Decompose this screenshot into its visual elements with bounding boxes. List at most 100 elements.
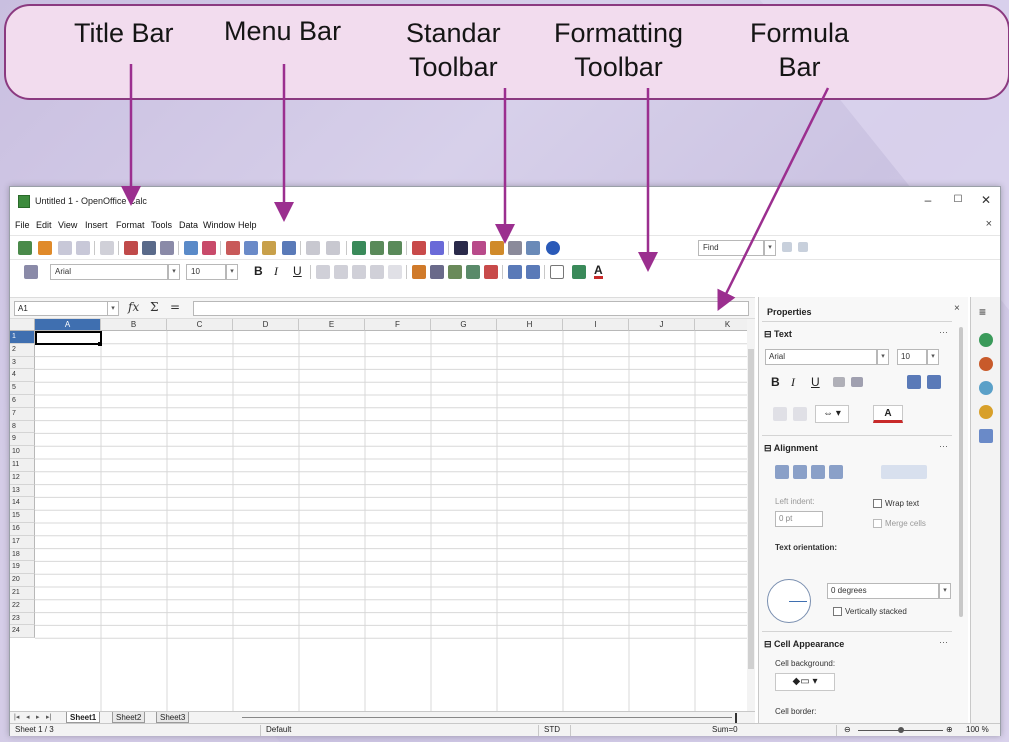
column-header-k[interactable]: K — [695, 319, 747, 331]
sidebar-align-center-icon[interactable] — [793, 465, 807, 479]
justify-icon[interactable] — [370, 265, 384, 279]
zoom-out-icon[interactable]: ⊖ — [844, 725, 851, 734]
row-header-13[interactable]: 13 — [10, 484, 35, 498]
column-header-e[interactable]: E — [299, 319, 365, 331]
column-header-h[interactable]: H — [497, 319, 563, 331]
menu-insert[interactable]: Insert — [85, 220, 108, 230]
function-equals-button[interactable]: = — [170, 300, 180, 314]
row-header-20[interactable]: 20 — [10, 574, 35, 587]
print-preview-icon[interactable] — [160, 241, 174, 255]
vertical-align-icons[interactable] — [881, 465, 927, 479]
zoom-level[interactable]: 100 % — [966, 725, 989, 734]
properties-deck-icon[interactable] — [979, 333, 993, 347]
minimize-button[interactable]: – — [918, 192, 938, 208]
datasources-icon[interactable] — [508, 241, 522, 255]
row-header-21[interactable]: 21 — [10, 587, 35, 600]
row-header-10[interactable]: 10 — [10, 446, 35, 459]
row-header-9[interactable]: 9 — [10, 433, 35, 447]
borders-icon[interactable] — [550, 265, 564, 279]
help-icon[interactable] — [546, 241, 560, 255]
row-header-15[interactable]: 15 — [10, 510, 35, 523]
row-header-1[interactable]: 1 — [10, 331, 35, 344]
row-header-11[interactable]: 11 — [10, 459, 35, 472]
subscript-icon[interactable] — [793, 407, 807, 421]
autospellcheck-icon[interactable] — [202, 241, 216, 255]
font-name-dropdown[interactable]: ▾ — [168, 264, 180, 280]
column-header-a[interactable]: A — [35, 319, 101, 331]
row-header-6[interactable]: 6 — [10, 395, 35, 408]
italic-button[interactable]: I — [274, 264, 278, 279]
zoom-slider-knob[interactable] — [898, 727, 904, 733]
row-header-5[interactable]: 5 — [10, 382, 35, 395]
alignment-more-options-icon[interactable]: ··· — [939, 441, 948, 451]
sort-ascending-icon[interactable] — [370, 241, 384, 255]
decrease-indent-icon[interactable] — [508, 265, 522, 279]
character-spacing-button[interactable]: ⇔ ▾ — [815, 405, 849, 423]
sidebar-justify-icon[interactable] — [829, 465, 843, 479]
sidebar-close-icon[interactable]: × — [954, 303, 960, 314]
menu-format[interactable]: Format — [116, 220, 145, 230]
prev-sheet-icon[interactable]: ◂ — [26, 713, 30, 721]
row-header-12[interactable]: 12 — [10, 471, 35, 485]
font-name-input[interactable]: Arial — [50, 264, 168, 280]
row-header-2[interactable]: 2 — [10, 343, 35, 357]
bold-button[interactable]: B — [254, 264, 263, 278]
close-button[interactable]: ✕ — [976, 192, 996, 208]
column-header-i[interactable]: I — [563, 319, 629, 331]
sidebar-align-right-icon[interactable] — [811, 465, 825, 479]
cell-background-button[interactable]: ◆▭ ▾ — [775, 673, 835, 691]
sheet-tab-3[interactable]: Sheet3 — [156, 712, 190, 723]
wrap-text-checkbox[interactable] — [873, 499, 882, 508]
vertically-stacked-checkbox[interactable] — [833, 607, 842, 616]
sort-descending-icon[interactable] — [388, 241, 402, 255]
vertical-scroll-thumb[interactable] — [748, 349, 754, 669]
column-header-g[interactable]: G — [431, 319, 497, 331]
cell-appearance-section-header[interactable]: ⊟ Cell Appearance — [764, 639, 844, 650]
row-header-4[interactable]: 4 — [10, 369, 35, 383]
new-document-icon[interactable] — [18, 241, 32, 255]
horizontal-scrollbar[interactable] — [242, 717, 732, 718]
export-pdf-icon[interactable] — [124, 241, 138, 255]
find-replace-icon[interactable] — [454, 241, 468, 255]
row-header-14[interactable]: 14 — [10, 497, 35, 511]
sidebar-font-color-button[interactable]: A — [873, 405, 903, 423]
row-header-17[interactable]: 17 — [10, 535, 35, 549]
menu-window[interactable]: Window — [203, 220, 235, 230]
orientation-degrees-input[interactable]: 0 degrees — [827, 583, 939, 599]
navigator-deck-icon[interactable] — [979, 405, 993, 419]
sidebar-font-name-dropdown[interactable]: ▾ — [877, 349, 889, 365]
sidebar-font-name[interactable]: Arial — [765, 349, 877, 365]
maximize-button[interactable]: ☐ — [948, 192, 968, 208]
status-selection-mode[interactable]: STD — [544, 725, 560, 734]
sum-button[interactable]: Σ — [150, 300, 158, 314]
menu-view[interactable]: View — [58, 220, 77, 230]
column-header-d[interactable]: D — [233, 319, 299, 331]
menu-help[interactable]: Help — [238, 220, 257, 230]
shadow-icon[interactable] — [851, 377, 863, 387]
standard-format-icon[interactable] — [448, 265, 462, 279]
name-box[interactable]: A1 — [14, 301, 119, 316]
functions-deck-icon[interactable] — [979, 429, 993, 443]
cut-icon[interactable] — [226, 241, 240, 255]
draw-functions-icon[interactable] — [430, 241, 444, 255]
edit-file-icon[interactable] — [100, 241, 114, 255]
row-header-22[interactable]: 22 — [10, 599, 35, 613]
sidebar-font-size[interactable]: 10 — [897, 349, 927, 365]
document-close-icon[interactable]: × — [986, 218, 992, 230]
increase-font-icon[interactable] — [907, 375, 921, 389]
styles-deck-icon[interactable] — [979, 357, 993, 371]
add-decimal-icon[interactable] — [466, 265, 480, 279]
font-size-input[interactable]: 10 — [186, 264, 226, 280]
chart-icon[interactable] — [412, 241, 426, 255]
row-header-18[interactable]: 18 — [10, 548, 35, 562]
spreadsheet-grid[interactable]: ABCDEFGHIJK 1 2 3 4 5 6 7 8 9 10 11 12 13 14 15 16 17 18 1… — [10, 319, 747, 711]
menu-data[interactable]: Data — [179, 220, 198, 230]
percent-format-icon[interactable] — [430, 265, 444, 279]
row-header-24[interactable]: 24 — [10, 625, 35, 639]
text-orientation-dial[interactable] — [767, 579, 811, 623]
text-more-options-icon[interactable]: ··· — [939, 327, 948, 337]
delete-decimal-icon[interactable] — [484, 265, 498, 279]
increase-indent-icon[interactable] — [526, 265, 540, 279]
row-header-7[interactable]: 7 — [10, 407, 35, 421]
gallery-deck-icon[interactable] — [979, 381, 993, 395]
